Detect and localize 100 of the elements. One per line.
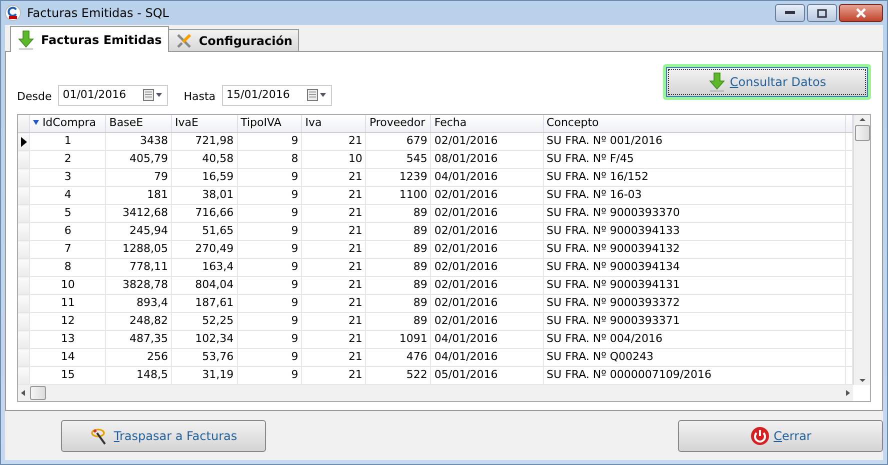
current-row-icon [21,136,27,146]
table-cell: 21 [302,186,366,204]
table-cell: 10 [302,150,366,168]
table-cell: 9 [237,204,302,222]
table-cell: 02/01/2016 [430,204,544,222]
table-cell: 79 [106,168,172,186]
table-cell: 1288,05 [106,240,172,258]
table-cell: 21 [302,204,366,222]
table-cell: 21 [302,240,366,258]
table-cell: 13 [30,330,106,348]
arrow-down-icon [17,30,35,50]
table-cell: 21 [302,348,366,366]
table-cell: SU FRA. Nº 004/2016 [543,330,846,348]
date-field[interactable]: 01/01/2016 [58,84,168,106]
column-header[interactable]: IvaE [172,114,238,132]
table-cell: 270,49 [172,240,238,258]
table-cell: 89 [366,204,431,222]
scroll-thumb[interactable] [854,124,870,140]
window-title: Facturas Emitidas - SQL [27,5,169,22]
table-cell: 10 [30,276,106,294]
table-cell: 804,04 [172,276,238,294]
calendar-dropdown-icon[interactable] [142,89,163,101]
table-cell: 9 [237,168,302,186]
close-icon [855,8,867,18]
table-cell: 7 [30,240,106,258]
table-cell: 11 [30,294,106,312]
table-cell: 89 [366,294,431,312]
table-cell: 3438 [106,132,172,150]
query-button[interactable]: Consultar Datos [666,67,868,97]
table-cell: 02/01/2016 [430,258,544,276]
table-cell: 38,01 [172,186,238,204]
column-header[interactable]: Proveedor [366,114,431,132]
table-cell: 21 [302,222,366,240]
table-cell: 102,34 [172,330,238,348]
table-cell: 476 [366,348,431,366]
table-cell: 1091 [366,330,431,348]
table-cell: 9 [237,276,302,294]
table-cell: 679 [366,132,431,150]
tab[interactable]: Facturas Emitidas [10,26,169,52]
table-cell: 40,58 [172,150,238,168]
table-cell: 02/01/2016 [430,276,544,294]
horizontal-scrollbar[interactable] [18,385,853,401]
column-header[interactable]: IdCompra [30,114,106,132]
table-cell: 02/01/2016 [430,186,544,204]
table-cell: 545 [366,150,431,168]
table-cell: 02/01/2016 [430,294,544,312]
scroll-thumb[interactable] [30,386,46,400]
row-indicator[interactable] [18,132,30,150]
table-cell: SU FRA. Nº 9000393371 [543,312,846,330]
table-cell: 21 [302,132,366,150]
table-cell: 02/01/2016 [430,132,544,150]
close-button[interactable] [839,4,883,22]
table-cell: 04/01/2016 [430,330,544,348]
table-cell: SU FRA. Nº 16/152 [543,168,846,186]
table-cell: 14 [30,348,106,366]
minimize-button[interactable] [775,4,805,22]
column-header[interactable]: Iva [302,114,366,132]
table-cell: 181 [106,186,172,204]
maximize-button[interactable] [807,4,837,22]
table-cell: 16,59 [172,168,238,186]
column-header[interactable]: Concepto [543,114,846,132]
transfer-button[interactable]: Traspasar a Facturas [61,420,266,452]
table-cell: 89 [366,240,431,258]
table-cell: 4 [30,186,106,204]
table-cell: 187,61 [172,294,238,312]
arrow-down-icon [708,72,726,92]
column-header[interactable]: BaseE [106,114,172,132]
table-cell: 51,65 [172,222,238,240]
table-cell: 1100 [366,186,431,204]
table-cell: 89 [366,222,431,240]
table-cell: 3 [30,168,106,186]
field-label: Hasta [184,89,216,105]
table-cell: 163,4 [172,258,238,276]
column-header[interactable]: TipoIVA [237,114,302,132]
table-cell: 21 [302,330,366,348]
vertical-scrollbar[interactable] [853,114,870,385]
table-cell: 21 [302,168,366,186]
table-cell: 89 [366,276,431,294]
close-action-button[interactable]: Cerrar [678,420,883,452]
table-cell: 02/01/2016 [430,222,544,240]
table-cell: SU FRA. Nº 9000394134 [543,258,846,276]
maximize-icon [817,8,827,18]
table-cell: 893,4 [106,294,172,312]
date-field[interactable]: 15/01/2016 [222,84,332,106]
table-cell: 5 [30,204,106,222]
table-cell: 9 [237,258,302,276]
tab[interactable]: Configuración [168,29,300,51]
table-cell: 08/01/2016 [430,150,544,168]
minimize-icon [785,11,795,15]
table-cell: 2 [30,150,106,168]
table-cell: 02/01/2016 [430,240,544,258]
table-cell: 716,66 [172,204,238,222]
power-icon [750,426,770,446]
table-cell: 256 [106,348,172,366]
table-cell: SU FRA. Nº Q00243 [543,348,846,366]
table-cell: 9 [237,312,302,330]
table-cell: 21 [302,276,366,294]
calendar-dropdown-icon[interactable] [306,89,327,101]
table-cell: 9 [237,294,302,312]
column-header[interactable]: Fecha [430,114,544,132]
